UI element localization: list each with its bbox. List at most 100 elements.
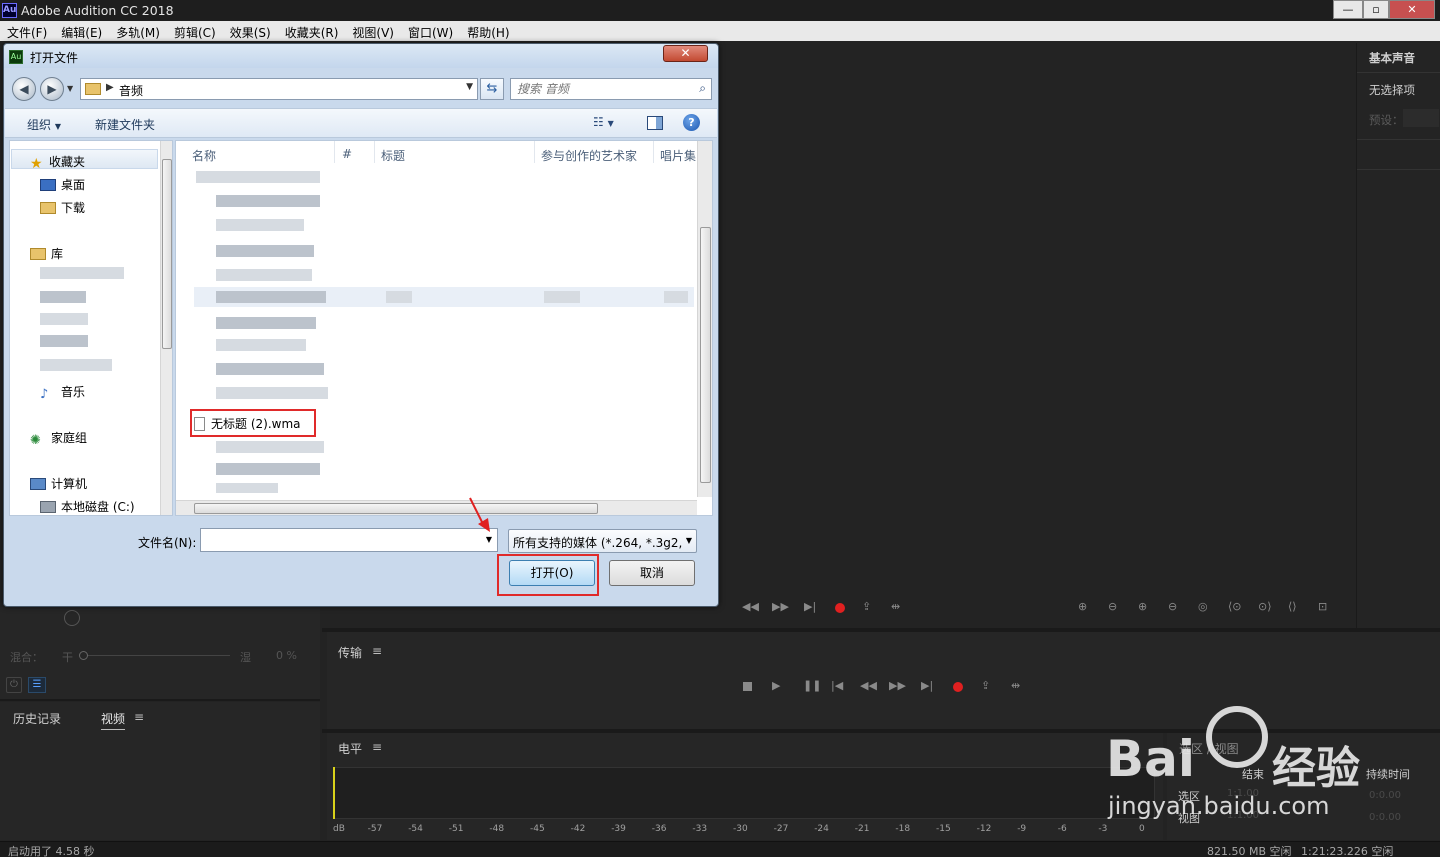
open-button[interactable]: 打开(O) bbox=[509, 560, 595, 586]
list-item[interactable] bbox=[216, 291, 326, 303]
dialog-close-button[interactable]: ✕ bbox=[663, 45, 708, 62]
address-dropdown-icon[interactable]: ▼ bbox=[466, 82, 473, 92]
filename-combobox[interactable]: ▼ bbox=[200, 528, 498, 552]
skip-end-icon[interactable]: ▶| bbox=[921, 679, 933, 692]
nav-computer[interactable]: 计算机 bbox=[30, 475, 87, 492]
list-item[interactable] bbox=[216, 269, 312, 281]
column-divider[interactable] bbox=[534, 141, 535, 163]
search-input[interactable] bbox=[517, 81, 687, 97]
column-number[interactable]: # bbox=[342, 141, 352, 163]
nav-desktop[interactable]: 桌面 bbox=[40, 176, 85, 193]
stop-icon[interactable] bbox=[743, 682, 752, 691]
file-vertical-scrollbar[interactable] bbox=[697, 141, 712, 497]
recent-dropdown-icon[interactable]: ▼ bbox=[67, 84, 73, 93]
zoom-in-amplitude-icon[interactable]: ⊕ bbox=[1078, 600, 1087, 613]
menu-edit[interactable]: 编辑(E) bbox=[61, 21, 102, 41]
zoom-selection-icon[interactable]: ⟨⟩ bbox=[1288, 600, 1297, 613]
panel-menu-icon[interactable]: ≡ bbox=[134, 710, 144, 724]
file-type-filter[interactable]: 所有支持的媒体 (*.264, *.3g2, ▼ bbox=[508, 529, 697, 553]
output-knob-icon[interactable] bbox=[64, 610, 80, 626]
column-title[interactable]: 标题 bbox=[381, 141, 405, 163]
file-horizontal-scrollbar[interactable] bbox=[176, 500, 697, 515]
nav-downloads[interactable]: 下载 bbox=[40, 199, 85, 216]
list-item[interactable] bbox=[216, 317, 316, 329]
view-options-icon[interactable]: ☷ ▼ bbox=[593, 115, 614, 131]
preset-dropdown[interactable] bbox=[1403, 109, 1439, 127]
menu-file[interactable]: 文件(F) bbox=[7, 21, 47, 41]
column-divider[interactable] bbox=[334, 141, 335, 163]
rewind-icon[interactable]: ◀◀ bbox=[742, 600, 759, 613]
loop-icon[interactable]: ⇪ bbox=[862, 600, 871, 613]
menu-multitrack[interactable]: 多轨(M) bbox=[116, 21, 160, 41]
search-box[interactable]: ⌕ bbox=[510, 78, 712, 100]
maximize-button[interactable]: ▫ bbox=[1363, 0, 1389, 19]
play-icon[interactable]: ▶ bbox=[772, 679, 780, 692]
nav-music[interactable]: ♪ 音乐 bbox=[40, 383, 85, 402]
record-icon[interactable] bbox=[953, 682, 963, 692]
breadcrumb-arrow-icon[interactable]: ▶ bbox=[106, 82, 114, 93]
help-icon[interactable]: ? bbox=[683, 114, 700, 131]
rewind-icon[interactable]: ◀◀ bbox=[860, 679, 877, 692]
fast-forward-icon[interactable]: ▶▶ bbox=[889, 679, 906, 692]
skip-selection-icon[interactable]: ⇹ bbox=[891, 600, 900, 613]
list-item[interactable] bbox=[544, 291, 580, 303]
address-bar[interactable]: ▶ 音频 ▼ bbox=[80, 78, 478, 100]
loop-icon[interactable]: ⇪ bbox=[981, 679, 990, 692]
list-item[interactable] bbox=[216, 339, 306, 351]
skip-start-icon[interactable]: |◀ bbox=[831, 679, 843, 692]
mix-slider-track[interactable] bbox=[84, 655, 230, 656]
list-item[interactable] bbox=[664, 291, 688, 303]
menu-help[interactable]: 帮助(H) bbox=[467, 21, 509, 41]
list-item[interactable] bbox=[216, 463, 320, 475]
record-icon[interactable] bbox=[835, 603, 845, 613]
list-item[interactable] bbox=[216, 363, 324, 375]
chevron-down-icon[interactable]: ▼ bbox=[686, 536, 692, 545]
zoom-in-time-icon[interactable]: ⊕ bbox=[1138, 600, 1147, 613]
forward-arrow-icon[interactable]: ▶ bbox=[40, 77, 64, 101]
skip-end-icon[interactable]: ▶| bbox=[804, 600, 816, 613]
preview-pane-icon[interactable] bbox=[647, 116, 663, 130]
power-icon[interactable]: ⏻ bbox=[6, 677, 22, 693]
file-vertical-scrollbar-thumb[interactable] bbox=[700, 227, 711, 483]
menu-window[interactable]: 窗口(W) bbox=[408, 21, 453, 41]
organize-button[interactable]: 组织 ▼ bbox=[27, 116, 61, 133]
nav-local-disk[interactable]: 本地磁盘 (C:) bbox=[40, 498, 135, 515]
nav-homegroup[interactable]: ✺ 家庭组 bbox=[30, 429, 87, 448]
tab-history[interactable]: 历史记录 bbox=[13, 710, 61, 727]
panel-menu-icon[interactable]: ≡ bbox=[372, 644, 382, 658]
file-horizontal-scrollbar-thumb[interactable] bbox=[194, 503, 598, 514]
list-item[interactable] bbox=[216, 387, 328, 399]
zoom-out-time-icon[interactable]: ⊖ bbox=[1168, 600, 1177, 613]
column-name[interactable]: 名称 bbox=[192, 141, 216, 163]
zoom-in-start-icon[interactable]: ⟨⊙ bbox=[1228, 600, 1242, 613]
nav-libraries[interactable]: 库 bbox=[30, 245, 63, 262]
chevron-down-icon[interactable]: ▼ bbox=[486, 535, 492, 544]
nav-scrollbar-thumb[interactable] bbox=[162, 159, 172, 349]
menu-clip[interactable]: 剪辑(C) bbox=[174, 21, 216, 41]
list-item[interactable] bbox=[196, 171, 320, 183]
list-item[interactable] bbox=[216, 483, 278, 493]
essential-sound-title[interactable]: 基本声音 bbox=[1369, 50, 1415, 66]
mix-slider-handle[interactable] bbox=[79, 651, 88, 660]
address-path[interactable]: 音频 bbox=[119, 82, 143, 99]
fast-forward-icon[interactable]: ▶▶ bbox=[772, 600, 789, 613]
skip-selection-icon[interactable]: ⇹ bbox=[1011, 679, 1020, 692]
column-album[interactable]: 唱片集 bbox=[660, 141, 696, 163]
menu-favorites[interactable]: 收藏夹(R) bbox=[285, 21, 339, 41]
panel-menu-icon[interactable]: ≡ bbox=[372, 740, 382, 754]
list-view-icon[interactable]: ☰ bbox=[28, 677, 46, 693]
pause-icon[interactable]: ❚❚ bbox=[803, 679, 821, 692]
list-item[interactable] bbox=[216, 195, 320, 207]
cancel-button[interactable]: 取消 bbox=[609, 560, 695, 586]
column-artist[interactable]: 参与创作的艺术家 bbox=[541, 141, 637, 163]
nav-favorites[interactable]: ★ 收藏夹 bbox=[30, 153, 85, 172]
minimize-button[interactable]: — bbox=[1333, 0, 1363, 19]
list-item[interactable] bbox=[216, 441, 324, 453]
search-icon[interactable]: ⌕ bbox=[699, 81, 706, 96]
nav-scrollbar[interactable] bbox=[160, 141, 172, 515]
list-item[interactable] bbox=[216, 245, 314, 257]
tab-video[interactable]: 视频 bbox=[101, 710, 126, 730]
menu-view[interactable]: 视图(V) bbox=[352, 21, 394, 41]
back-arrow-icon[interactable]: ◀ bbox=[12, 77, 36, 101]
new-folder-button[interactable]: 新建文件夹 bbox=[95, 116, 155, 133]
